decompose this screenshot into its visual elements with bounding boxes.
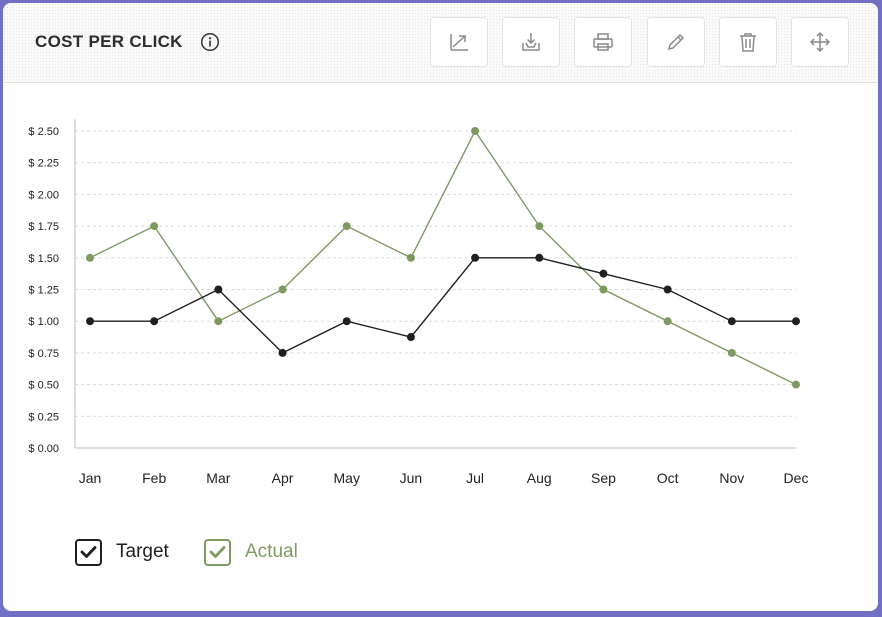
x-tick-label: Nov [719, 470, 744, 486]
check-icon [209, 546, 226, 558]
legend-checkbox-target[interactable] [75, 538, 102, 566]
check-icon [80, 546, 97, 558]
legend-checkbox-actual[interactable] [204, 538, 231, 566]
y-tick-label: $ 0.25 [28, 411, 59, 423]
y-tick-label: $ 2.50 [28, 126, 59, 138]
data-point-target [663, 285, 672, 294]
x-tick-label: Apr [272, 470, 294, 486]
print-icon [593, 33, 613, 51]
edit-icon [667, 33, 685, 51]
data-point-actual [727, 348, 736, 357]
data-point-actual [278, 285, 287, 294]
data-point-target [471, 253, 480, 262]
legend-label-target: Target [116, 541, 169, 562]
x-tick-label: Jan [79, 470, 102, 486]
data-point-actual [471, 127, 480, 135]
legend-item-actual[interactable]: Actual [204, 538, 298, 566]
trend-button[interactable] [430, 17, 488, 67]
x-tick-label: Mar [206, 470, 230, 486]
data-point-target [727, 317, 736, 326]
chart-card: COST PER CLICK $ 0.00 $ 0.25 $ 0.50 $ 0.… [3, 3, 878, 611]
data-point-actual [599, 285, 608, 294]
edit-button[interactable] [647, 17, 705, 67]
legend-label-actual: Actual [245, 541, 298, 562]
y-tick-label: $ 0.50 [28, 380, 59, 392]
x-tick-label: Aug [527, 470, 552, 486]
y-tick-label: $ 1.00 [28, 316, 59, 328]
data-point-actual [663, 317, 672, 326]
y-tick-label: $ 1.25 [28, 285, 59, 297]
data-point-actual [150, 222, 159, 231]
data-point-target [214, 285, 223, 294]
data-point-target [599, 269, 608, 278]
y-tick-label: $ 0.00 [28, 443, 59, 455]
data-point-actual [342, 222, 351, 231]
x-tick-label: Jul [466, 470, 484, 486]
delete-icon [740, 33, 756, 52]
trend-icon [450, 34, 468, 51]
x-tick-label: Jun [400, 470, 423, 486]
info-icon[interactable] [200, 32, 220, 52]
delete-button[interactable] [719, 17, 777, 67]
x-tick-label: Dec [784, 470, 809, 486]
data-point-target [278, 348, 287, 357]
x-tick-label: Sep [591, 470, 616, 486]
data-point-target [342, 317, 351, 326]
line-chart: $ 0.00 $ 0.25 $ 0.50 $ 0.75 $ 1.00 $ 1.25 $ 1.… [28, 119, 809, 486]
data-point-target [406, 333, 415, 342]
x-tick-label: Oct [657, 470, 679, 486]
legend-item-target[interactable]: Target [75, 538, 169, 566]
x-tick-label: May [334, 470, 360, 486]
download-icon [522, 33, 540, 51]
y-tick-label: $ 1.75 [28, 221, 59, 233]
card-header: COST PER CLICK [3, 3, 878, 83]
y-tick-label: $ 2.25 [28, 158, 59, 170]
data-point-actual [406, 253, 415, 262]
data-point-target [86, 317, 94, 326]
data-point-actual [792, 380, 800, 389]
data-point-target [535, 253, 544, 262]
data-point-actual [86, 253, 94, 262]
y-tick-label: $ 0.75 [28, 348, 59, 360]
data-point-target [150, 317, 159, 326]
data-point-target [792, 317, 800, 326]
download-button[interactable] [502, 17, 560, 67]
series-line-target [90, 257, 796, 354]
chart-title: COST PER CLICK [35, 32, 183, 51]
data-point-actual [535, 222, 544, 231]
y-tick-label: $ 2.00 [28, 189, 59, 201]
print-button[interactable] [574, 17, 632, 67]
data-point-actual [214, 317, 223, 326]
y-tick-label: $ 1.50 [28, 253, 59, 265]
x-tick-label: Feb [142, 470, 166, 486]
move-button[interactable] [791, 17, 849, 67]
move-icon [809, 31, 831, 53]
